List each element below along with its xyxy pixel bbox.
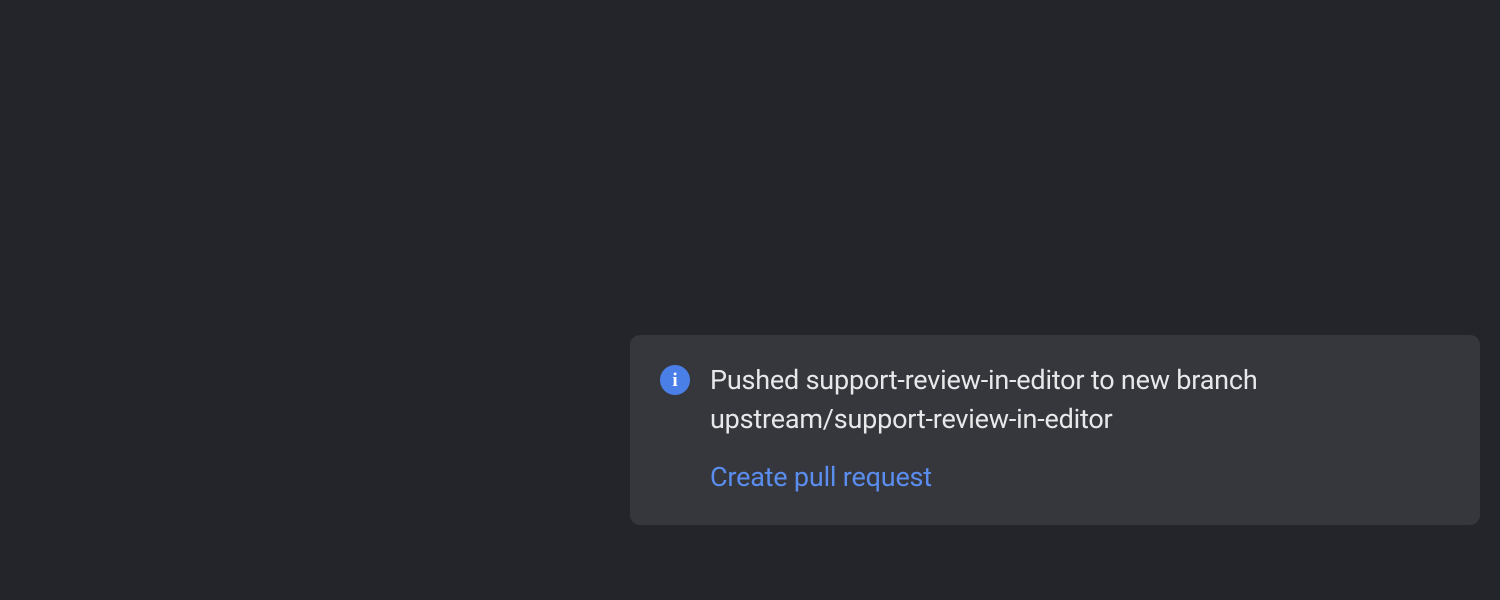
info-icon: i <box>660 365 690 395</box>
create-pull-request-link[interactable]: Create pull request <box>710 459 1450 497</box>
notification-message: Pushed support-review-in-editor to new b… <box>710 361 1450 439</box>
info-icon-glyph: i <box>672 371 677 390</box>
notification-content: Pushed support-review-in-editor to new b… <box>710 361 1450 497</box>
push-notification-toast: i Pushed support-review-in-editor to new… <box>630 335 1480 525</box>
